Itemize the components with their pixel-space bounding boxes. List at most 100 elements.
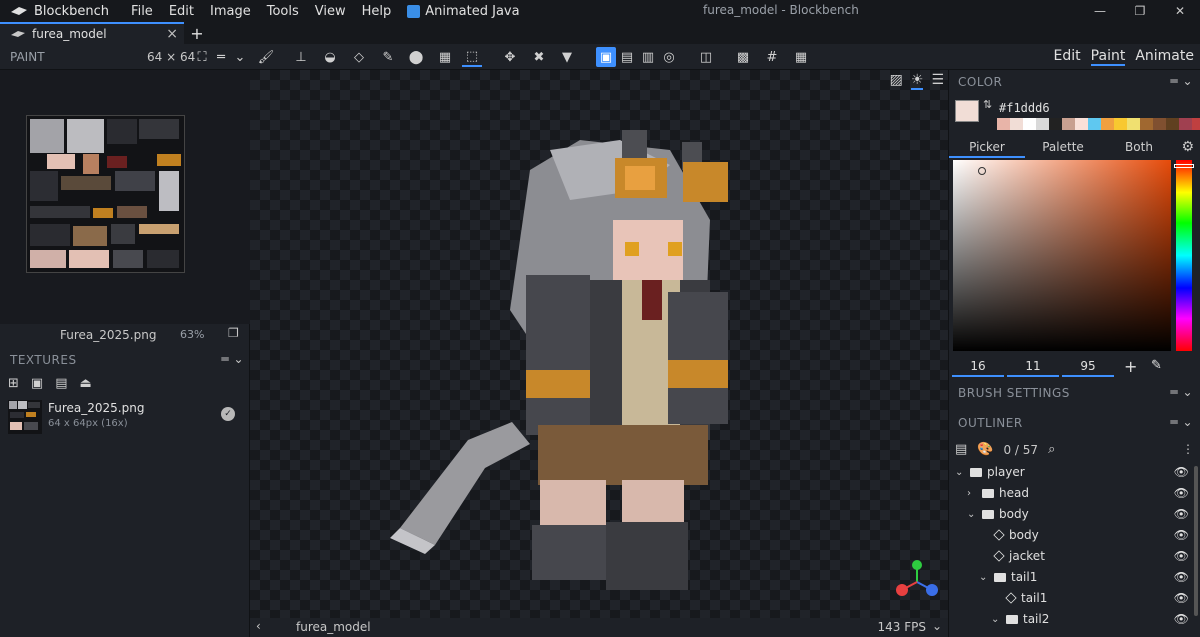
paint-mode-3-icon[interactable]: ▥: [638, 47, 658, 67]
tab-picker[interactable]: Picker: [949, 136, 1025, 158]
palette-swatch[interactable]: [1023, 118, 1036, 130]
panel-collapse-icon[interactable]: ═ ⌄: [221, 352, 244, 366]
hue-input[interactable]: 16: [952, 359, 1004, 377]
minimize-button[interactable]: —: [1080, 0, 1120, 22]
palette-swatch[interactable]: [1114, 118, 1127, 130]
visibility-eye-icon[interactable]: 👁: [1174, 465, 1189, 479]
chevron-down-icon[interactable]: ⌄: [967, 509, 977, 520]
texture-folder-icon[interactable]: ▤: [55, 376, 67, 391]
hue-handle[interactable]: [1174, 164, 1194, 168]
visibility-eye-icon[interactable]: 👁: [1174, 507, 1189, 521]
saturation-input[interactable]: 11: [1007, 359, 1059, 377]
palette-swatch[interactable]: [1179, 118, 1192, 130]
split-view-icon[interactable]: ◫: [696, 47, 716, 67]
palette-swatch[interactable]: [1166, 118, 1179, 130]
eject-icon[interactable]: ⏏: [80, 376, 92, 391]
move-icon[interactable]: ✥: [500, 47, 520, 67]
import-texture-icon[interactable]: ▣: [31, 376, 43, 391]
color-panel-collapse-icon[interactable]: ═ ⌄: [1170, 74, 1193, 88]
mode-edit[interactable]: Edit: [1054, 48, 1081, 66]
outliner-more-icon[interactable]: ⋮: [1182, 442, 1194, 456]
layout-grid-icon[interactable]: ▦: [791, 47, 811, 67]
palette-swatch[interactable]: [997, 118, 1010, 130]
brush-panel-collapse-icon[interactable]: ═ ⌄: [1170, 385, 1193, 399]
mode-paint[interactable]: Paint: [1090, 48, 1126, 66]
copy-icon[interactable]: ❐: [228, 326, 239, 340]
brush-icon[interactable]: 🖌: [256, 47, 276, 67]
texture-editor[interactable]: [0, 70, 250, 324]
checkerboard-icon[interactable]: ▩: [733, 47, 753, 67]
textures-panel-header[interactable]: TEXTURES ═ ⌄: [0, 348, 250, 372]
mirror-icon[interactable]: ◎: [659, 47, 679, 67]
outliner-cube[interactable]: tail1 👁: [949, 588, 1200, 609]
value-input[interactable]: 95: [1062, 359, 1114, 377]
brush-settings-header[interactable]: BRUSH SETTINGS ═ ⌄: [949, 381, 1200, 405]
menu-tools[interactable]: Tools: [259, 4, 307, 19]
outliner-collapse-icon[interactable]: ═ ⌄: [1170, 415, 1193, 429]
chevron-down-icon[interactable]: ⌄: [979, 572, 989, 583]
paint-roller-icon[interactable]: ▼: [557, 47, 577, 67]
palette-swatch[interactable]: [1192, 118, 1200, 130]
add-texture-icon[interactable]: ⊞: [8, 376, 19, 391]
outliner-list-icon[interactable]: ▤: [955, 442, 967, 457]
search-icon[interactable]: ⌕: [1048, 442, 1055, 457]
outliner-group[interactable]: ⌄ tail2 👁: [949, 609, 1200, 630]
tab-both[interactable]: Both: [1101, 136, 1177, 158]
menu-edit[interactable]: Edit: [161, 4, 202, 19]
outliner-scrollbar[interactable]: [1194, 466, 1198, 616]
eraser-icon[interactable]: ◇: [349, 47, 369, 67]
eyedropper-icon[interactable]: ✎: [378, 47, 398, 67]
outliner-cube[interactable]: jacket 👁: [949, 546, 1200, 567]
grid-icon[interactable]: #: [762, 47, 782, 67]
stamp-icon[interactable]: ⊥: [291, 47, 311, 67]
maximize-button[interactable]: ❐: [1120, 0, 1160, 22]
add-to-palette-icon[interactable]: +: [1124, 357, 1137, 376]
palette-swatch[interactable]: [1140, 118, 1153, 130]
color-palette-icon[interactable]: ⬤: [406, 47, 426, 67]
color-panel-header[interactable]: COLOR ═ ⌄: [949, 70, 1200, 94]
visibility-eye-icon[interactable]: 👁: [1174, 591, 1189, 605]
hex-color-value[interactable]: #f1ddd6: [999, 101, 1050, 115]
palette-swatch[interactable]: [1127, 118, 1140, 130]
palette-swatch[interactable]: [1036, 118, 1049, 130]
texture-canvas[interactable]: [26, 115, 185, 273]
chevron-right-icon[interactable]: ›: [967, 488, 977, 499]
chevron-right-icon[interactable]: ⌄: [932, 619, 942, 633]
palette-swatch[interactable]: [1010, 118, 1023, 130]
outliner-palette-icon[interactable]: 🎨: [977, 442, 993, 457]
tab-close-icon[interactable]: ×: [166, 26, 178, 42]
tab-palette[interactable]: Palette: [1025, 136, 1101, 158]
visibility-eye-icon[interactable]: 👁: [1174, 486, 1189, 500]
visibility-eye-icon[interactable]: 👁: [1174, 549, 1189, 563]
texture-list-item[interactable]: Furea_2025.png 64 x 64px (16x) ✓: [0, 398, 250, 434]
palette-swatch[interactable]: [1153, 118, 1166, 130]
outliner-group[interactable]: › head 👁: [949, 483, 1200, 504]
paint-mode-2-icon[interactable]: ▤: [617, 47, 637, 67]
chevron-left-icon[interactable]: ‹: [256, 619, 261, 633]
chevron-down-icon[interactable]: ⌄: [991, 614, 1001, 625]
selection-tool-icon[interactable]: ⬚: [462, 47, 482, 67]
paint-mode-1-icon[interactable]: ▣: [596, 47, 616, 67]
saturation-value-picker[interactable]: [953, 160, 1171, 351]
palette-swatch[interactable]: [1075, 118, 1088, 130]
menu-lines-icon[interactable]: ═: [211, 47, 231, 67]
fill-bucket-icon[interactable]: ◒: [320, 47, 340, 67]
swap-colors-icon[interactable]: ⇅: [983, 98, 992, 111]
eyedropper-pick-icon[interactable]: ✎: [1151, 358, 1162, 373]
outliner-header[interactable]: OUTLINER ═ ⌄: [949, 411, 1200, 435]
palette-swatch[interactable]: [1049, 118, 1062, 130]
palette-swatch[interactable]: [1088, 118, 1101, 130]
close-window-button[interactable]: ✕: [1160, 0, 1200, 22]
hue-slider[interactable]: [1174, 160, 1194, 351]
fullscreen-icon[interactable]: ⛶: [192, 47, 212, 67]
visibility-eye-icon[interactable]: 👁: [1174, 528, 1189, 542]
chevron-down-icon[interactable]: ⌄: [230, 47, 250, 67]
palette-swatch[interactable]: [1062, 118, 1075, 130]
pattern-icon[interactable]: ▦: [435, 47, 455, 67]
outliner-group[interactable]: ⌄ body 👁: [949, 504, 1200, 525]
outliner-group[interactable]: ⌄ tail1 👁: [949, 567, 1200, 588]
3d-viewport[interactable]: ▨ ☀ ☰: [250, 70, 948, 618]
chevron-down-icon[interactable]: ⌄: [955, 467, 965, 478]
menu-help[interactable]: Help: [354, 4, 400, 19]
transform-icon[interactable]: ✖: [529, 47, 549, 67]
